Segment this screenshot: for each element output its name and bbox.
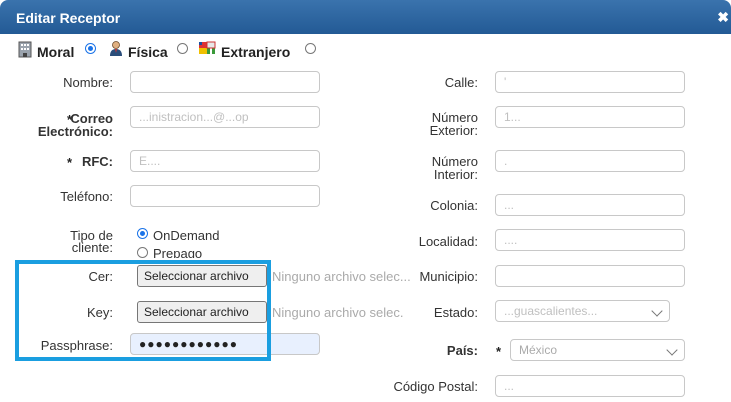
estado-select-value: ...guascalientes... [504, 304, 598, 318]
localidad-label: Localidad: [418, 234, 478, 249]
chevron-down-icon [651, 305, 663, 317]
flags-icon [198, 40, 216, 57]
chevron-down-icon [666, 344, 678, 356]
calle-input[interactable]: ' [495, 71, 685, 93]
pais-label: País: [446, 343, 478, 358]
tipo-cliente-label-line2: cliente: [71, 240, 113, 255]
pais-select[interactable]: México [510, 339, 685, 361]
pais-required-star: * [496, 344, 502, 359]
numero-interior-label-line2: Interior: [433, 167, 478, 182]
correo-input[interactable]: ...inistracion...@...op [130, 106, 320, 128]
dialog-title: Editar Receptor [16, 10, 121, 26]
tipo-cliente-prepago-clip: Prepago [153, 244, 202, 258]
person-type-moral-radio[interactable] [85, 43, 96, 54]
telefono-label: Teléfono: [60, 189, 113, 204]
tipo-cliente-ondemand-label: OnDemand [153, 228, 220, 243]
person-type-extranjero-label: Extranjero [221, 44, 291, 60]
localidad-input[interactable]: .... [495, 229, 685, 251]
tipo-cliente-prepago-radio[interactable] [137, 247, 148, 258]
telefono-input[interactable] [130, 185, 320, 207]
person-type-moral-label: Moral [37, 44, 75, 60]
person-type-fisica-radio[interactable] [177, 43, 188, 54]
calle-label: Calle: [444, 75, 478, 90]
codigo-postal-label: Código Postal: [393, 379, 478, 394]
colonia-input[interactable]: ... [495, 194, 685, 216]
person-type-extranjero-radio[interactable] [305, 43, 316, 54]
pais-select-value: México [519, 343, 558, 357]
estado-select[interactable]: ...guascalientes... [495, 300, 670, 322]
nombre-input[interactable] [130, 71, 320, 93]
tipo-cliente-ondemand-radio[interactable] [137, 228, 148, 239]
municipio-label: Municipio: [419, 269, 478, 284]
numero-interior-input[interactable]: . [495, 150, 685, 172]
rfc-input[interactable]: E.... [130, 150, 320, 172]
nombre-label: Nombre: [63, 75, 113, 90]
person-type-fisica-label: Física [128, 44, 168, 60]
person-icon [108, 40, 124, 57]
building-icon [18, 41, 32, 58]
codigo-postal-input[interactable]: ... [495, 375, 685, 397]
rfc-label: RFC: [81, 154, 113, 169]
correo-label-line2: Electrónico: [37, 124, 113, 139]
municipio-input[interactable] [495, 265, 685, 287]
tipo-cliente-prepago-label: Prepago [153, 246, 203, 258]
numero-exterior-input[interactable]: 1... [495, 106, 685, 128]
key-file-status: Ninguno archivo selec. [272, 305, 404, 320]
close-icon[interactable]: ✖ [717, 9, 729, 26]
cer-file-status: Ninguno archivo selec... [272, 269, 410, 284]
numero-exterior-label-line2: Exterior: [429, 123, 478, 138]
colonia-label: Colonia: [430, 198, 478, 213]
estado-label: Estado: [433, 305, 478, 320]
certificate-fields-highlight [15, 260, 271, 361]
dialog-titlebar: Editar Receptor ✖ [0, 0, 731, 34]
rfc-required-star: * [67, 155, 73, 170]
